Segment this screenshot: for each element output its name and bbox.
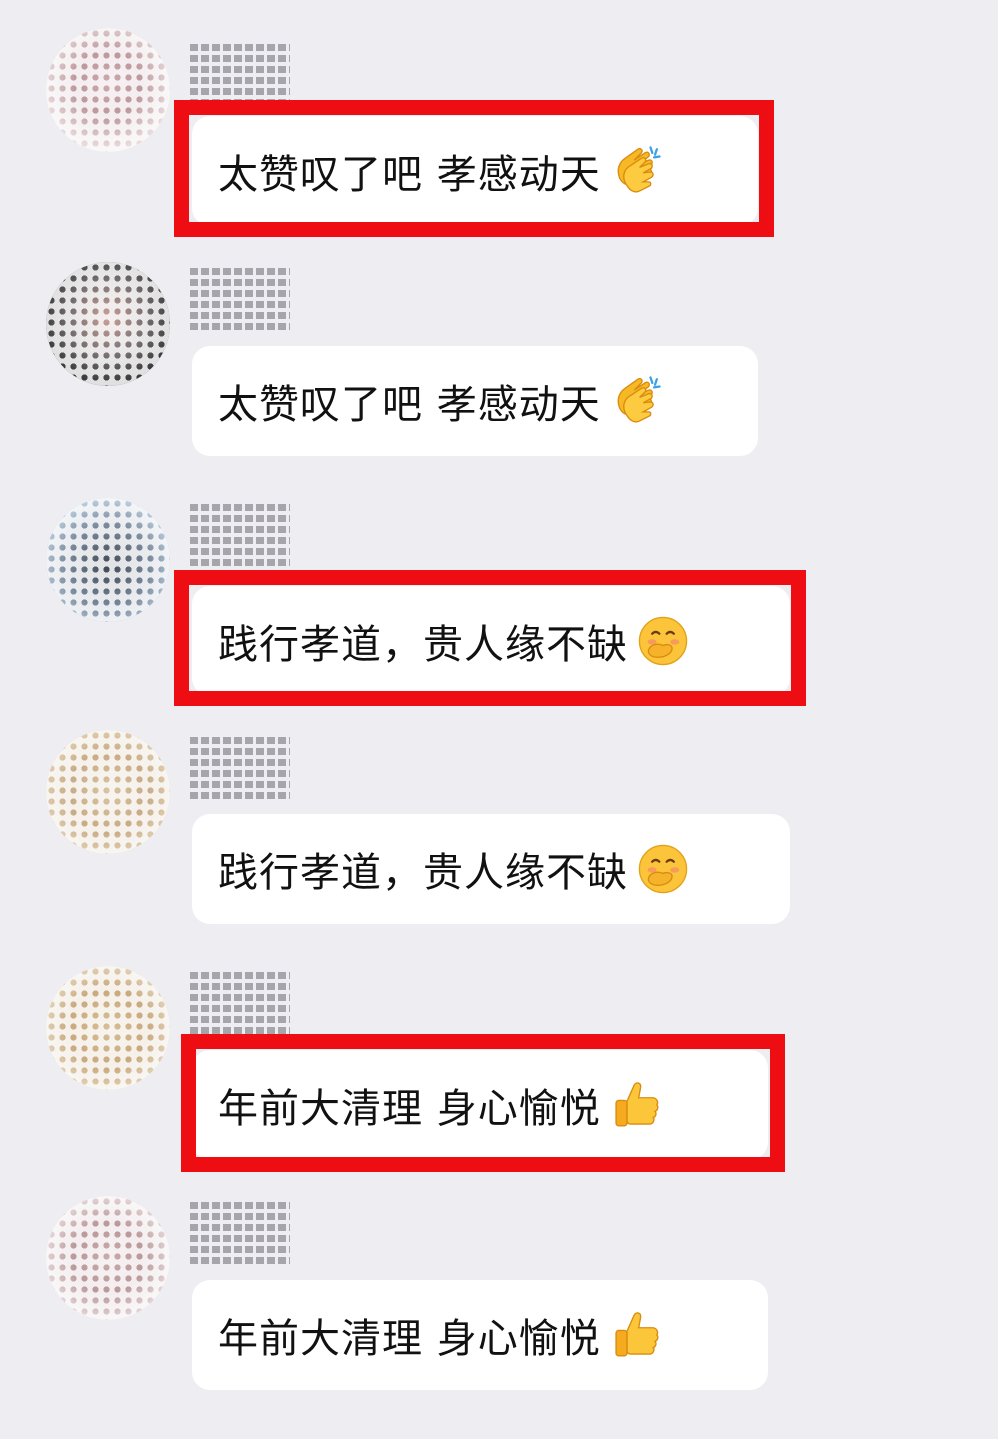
message-text: 太赞叹了吧 孝感动天 bbox=[218, 382, 601, 428]
message-bubble[interactable]: 践行孝道，贵人缘不缺 bbox=[192, 814, 790, 924]
avatar[interactable] bbox=[46, 28, 170, 152]
avatar[interactable] bbox=[46, 1196, 170, 1320]
message-bubble[interactable]: 践行孝道，贵人缘不缺 bbox=[192, 586, 790, 696]
avatar[interactable] bbox=[46, 262, 170, 386]
message-text: 践行孝道，贵人缘不缺 bbox=[218, 850, 628, 896]
message-text: 太赞叹了吧 孝感动天 bbox=[218, 152, 601, 198]
sender-nickname-blurred bbox=[190, 40, 290, 106]
message-text: 践行孝道，贵人缘不缺 bbox=[218, 622, 628, 668]
avatar[interactable] bbox=[46, 966, 170, 1090]
message-bubble[interactable]: 太赞叹了吧 孝感动天 bbox=[192, 346, 758, 456]
hand-over-mouth-icon bbox=[634, 612, 692, 670]
sender-nickname-blurred bbox=[190, 733, 290, 799]
message-bubble[interactable]: 年前大清理 身心愉悦 bbox=[192, 1280, 768, 1390]
thumbs-up-icon bbox=[607, 1306, 665, 1364]
message-text: 年前大清理 身心愉悦 bbox=[218, 1316, 601, 1362]
sender-nickname-blurred bbox=[190, 968, 290, 1034]
clapping-hands-icon bbox=[607, 142, 665, 200]
message-bubble[interactable]: 太赞叹了吧 孝感动天 bbox=[192, 116, 758, 226]
message-bubble[interactable]: 年前大清理 身心愉悦 bbox=[192, 1050, 768, 1160]
message-text: 年前大清理 身心愉悦 bbox=[218, 1086, 601, 1132]
avatar[interactable] bbox=[46, 730, 170, 854]
thumbs-up-icon bbox=[607, 1076, 665, 1134]
sender-nickname-blurred bbox=[190, 1198, 290, 1264]
avatar[interactable] bbox=[46, 498, 170, 622]
hand-over-mouth-icon bbox=[634, 840, 692, 898]
sender-nickname-blurred bbox=[190, 264, 290, 330]
clapping-hands-icon bbox=[607, 372, 665, 430]
sender-nickname-blurred bbox=[190, 500, 290, 566]
